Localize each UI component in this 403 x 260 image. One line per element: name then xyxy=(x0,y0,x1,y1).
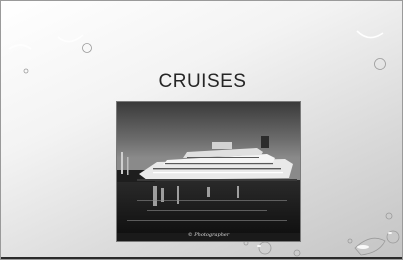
slide: CRUISES © Photographer xyxy=(0,0,403,260)
photo-watermark: © Photographer xyxy=(187,232,230,238)
slide-title: CRUISES xyxy=(158,71,247,92)
slide-bottom-edge xyxy=(1,257,402,259)
cruise-ship-photo: © Photographer xyxy=(116,101,301,242)
